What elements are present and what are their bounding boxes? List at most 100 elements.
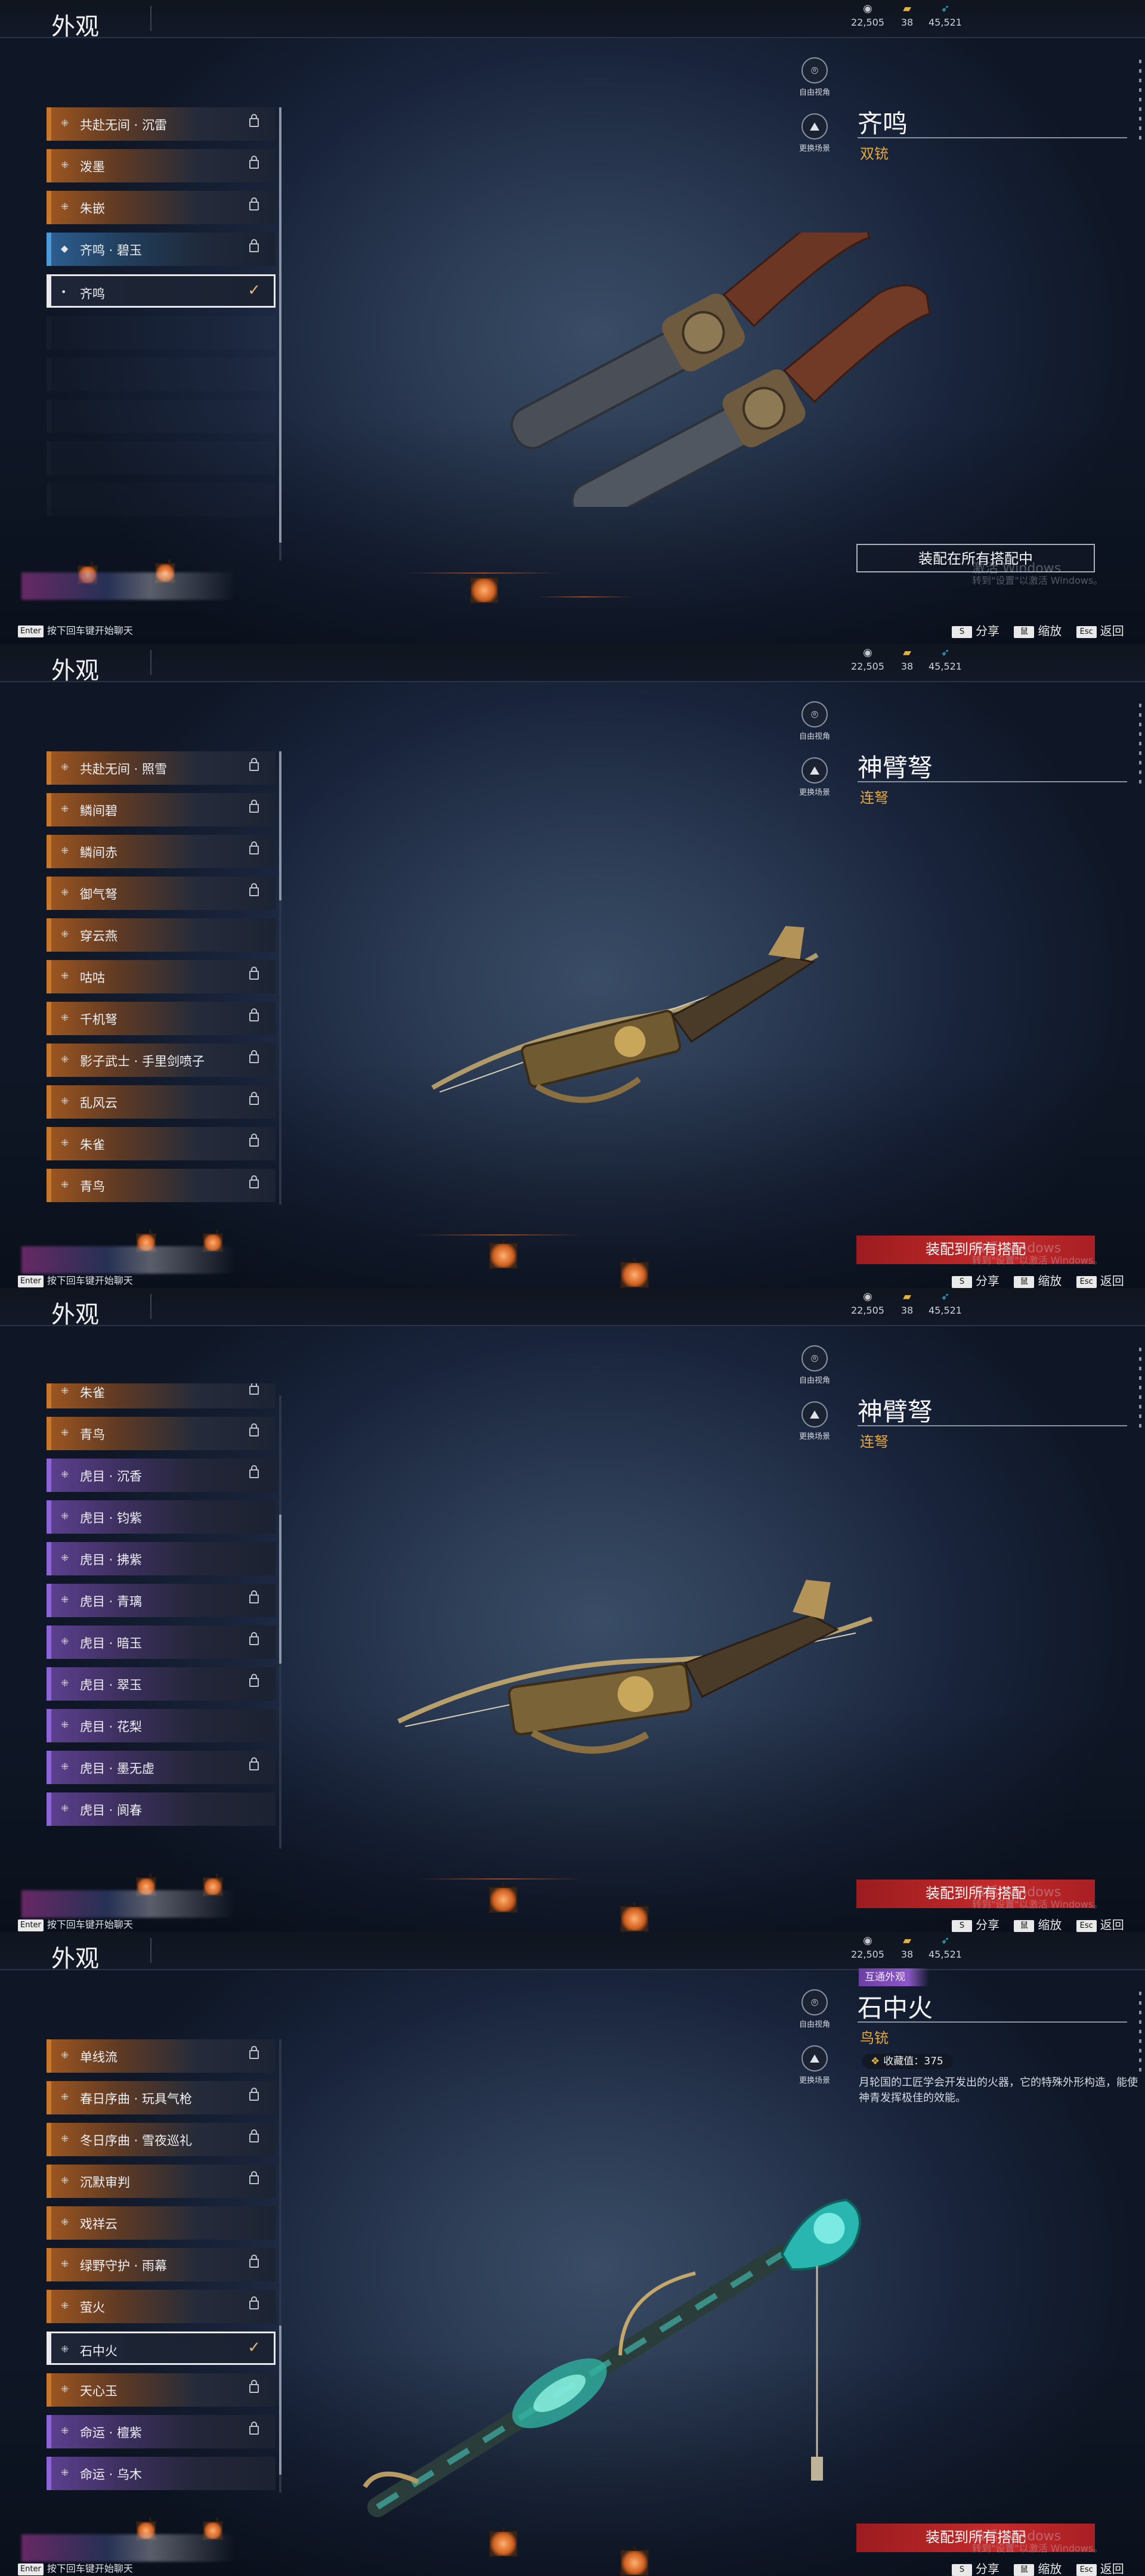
weapon-model-jade-musket xyxy=(363,2199,862,2518)
skin-list: ⁜ 单线流 ⁜ 春日序曲 · 玩具气枪 ⁜ 冬日序曲 · 雪夜巡礼 ⁜ 沉默审判 ⁜ 戏祥… xyxy=(47,2039,276,2498)
list-item[interactable]: ⁜ 春日序曲 · 玩具气枪 xyxy=(47,2081,276,2114)
share-hint[interactable]: S 分享 xyxy=(952,2562,999,2576)
list-item[interactable]: ⁜ 沉默审判 xyxy=(47,2165,276,2198)
list-item[interactable]: ⁜ 虎目 · 花梨 xyxy=(47,1709,276,1742)
edge-scroll-ticks xyxy=(1139,704,1141,787)
list-item[interactable]: ⁜ 虎目 · 沉香 xyxy=(47,1459,276,1492)
free-view-button[interactable]: ⌾ 自由视角 xyxy=(797,1989,833,2029)
collect-value: ❖ 收藏值：375 xyxy=(862,2054,953,2069)
list-item[interactable]: ⁜ 虎目 · 墨无虚 xyxy=(47,1751,276,1784)
list-item[interactable]: ⁜ 青鸟 xyxy=(47,1169,276,1202)
currency-feather: ➶ 45,521 xyxy=(918,2,972,28)
lock-icon xyxy=(249,1383,259,1395)
zoom-hint[interactable]: 鼠缩放 xyxy=(1014,2562,1062,2576)
lock-icon xyxy=(249,1175,259,1188)
title-divider xyxy=(150,1938,151,1963)
list-item[interactable]: ⁜ 虎目 · 拂紫 xyxy=(47,1542,276,1575)
list-item[interactable]: ⁜ 命运 · 乌木 xyxy=(47,2457,276,2490)
change-scene-button[interactable]: ⛰ 更换场景 xyxy=(797,113,833,153)
list-item[interactable]: ⁜ 朱雀 xyxy=(47,1383,276,1408)
crossplay-tag: 互通外观 xyxy=(859,1968,929,1986)
list-scrollbar[interactable] xyxy=(279,751,281,1205)
list-item[interactable]: ⁜ 共赴无间 · 照雪 xyxy=(47,751,276,785)
scroll-thumb[interactable] xyxy=(279,107,281,543)
mouse-icon: 鼠 xyxy=(1014,1275,1035,1288)
list-item[interactable]: ⁜ 影子武士 · 手里剑喷子 xyxy=(47,1044,276,1077)
cross-icon: ⁜ xyxy=(61,2300,69,2311)
blurred-chat xyxy=(21,1246,236,1274)
list-item[interactable]: ⁜ 萤火 xyxy=(47,2290,276,2323)
list-item[interactable]: ⁜ 虎目 · 青璃 xyxy=(47,1584,276,1617)
back-hint[interactable]: Esc 返回 xyxy=(1076,1918,1124,1932)
cross-icon: ⁜ xyxy=(61,970,69,982)
list-item[interactable]: ⁜ 朱雀 xyxy=(47,1127,276,1160)
list-item[interactable]: ⁜ 鳞间赤 xyxy=(47,835,276,868)
share-hint[interactable]: S 分享 xyxy=(952,1274,999,1288)
lock-icon xyxy=(249,883,259,896)
back-hint[interactable]: Esc 返回 xyxy=(1076,2562,1124,2576)
cross-icon: ⁜ xyxy=(61,2425,69,2436)
list-item[interactable]: ⁜ 虎目 · 钧紫 xyxy=(47,1500,276,1534)
list-item[interactable]: ⁜ 泼墨 xyxy=(47,149,276,182)
list-item[interactable]: ⁜ 千机弩 xyxy=(47,1002,276,1035)
share-hint[interactable]: S 分享 xyxy=(952,624,999,638)
list-item[interactable]: ⁜ 乱风云 xyxy=(47,1085,276,1119)
change-scene-button[interactable]: ⛰ 更换场景 xyxy=(797,757,833,797)
list-item[interactable]: ⁜ 青鸟 xyxy=(47,1417,276,1450)
list-item[interactable]: ⁜ 冬日序曲 · 雪夜巡礼 xyxy=(47,2123,276,2156)
list-item[interactable]: ⁜ 绿野守护 · 雨幕 xyxy=(47,2248,276,2281)
cross-icon: ⁜ xyxy=(61,201,69,212)
back-hint[interactable]: Esc 返回 xyxy=(1076,624,1124,638)
list-scrollbar[interactable] xyxy=(279,107,281,561)
scroll-thumb[interactable] xyxy=(279,751,281,900)
cross-icon: ⁜ xyxy=(61,2216,69,2228)
back-hint[interactable]: Esc 返回 xyxy=(1076,1274,1124,1288)
list-item[interactable]: ⁜ 命运 · 檀紫 xyxy=(47,2415,276,2448)
lantern-decoration xyxy=(470,574,499,603)
list-item[interactable]: ⁜ 共赴无间 · 沉雷 xyxy=(47,107,276,141)
list-scrollbar[interactable] xyxy=(279,2039,281,2493)
lock-icon xyxy=(249,1674,259,1687)
zoom-hint[interactable]: 鼠缩放 xyxy=(1014,1918,1062,1932)
list-item[interactable]: ◆ 齐鸣 · 碧玉 xyxy=(47,233,276,266)
list-item-selected[interactable]: ⁜ 石中火 ✓ xyxy=(47,2332,276,2365)
list-item[interactable]: ⁜ 单线流 xyxy=(47,2039,276,2073)
activation-watermark: 激活 Windows 转到"设置"以激活 Windows。 xyxy=(972,561,1103,587)
lock-icon xyxy=(249,2422,259,2435)
list-item[interactable]: ⁜ 御气弩 xyxy=(47,877,276,910)
free-view-button[interactable]: ⌾ 自由视角 xyxy=(797,1345,833,1385)
list-item[interactable]: ⁜ 虎目 · 暗玉 xyxy=(47,1626,276,1659)
change-scene-button[interactable]: ⛰ 更换场景 xyxy=(797,2045,833,2085)
change-scene-button[interactable]: ⛰ 更换场景 xyxy=(797,1401,833,1441)
free-view-button[interactable]: ⌾ 自由视角 xyxy=(797,701,833,741)
currency-feather: ➶ 45,521 xyxy=(918,646,972,672)
mouse-icon: 鼠 xyxy=(1014,1919,1035,1932)
list-item[interactable]: ⁜ 朱嵌 xyxy=(47,191,276,224)
list-item[interactable]: ⁜ 戏祥云 xyxy=(47,2206,276,2240)
list-item[interactable]: ⁜ 鳞间碧 xyxy=(47,793,276,826)
activation-watermark: 激活 Windows 转到"设置"以激活 Windows。 xyxy=(972,2529,1103,2555)
scroll-thumb[interactable] xyxy=(279,1515,281,1664)
list-item[interactable]: ⁜ 虎目 · 阆春 xyxy=(47,1792,276,1826)
lock-icon xyxy=(249,967,259,980)
zoom-hint[interactable]: 鼠缩放 xyxy=(1014,624,1062,638)
cross-icon: ⁜ xyxy=(61,928,69,940)
share-hint[interactable]: S 分享 xyxy=(952,1918,999,1932)
feather-icon: ➶ xyxy=(940,1290,950,1303)
camera-icon: ⌾ xyxy=(802,1989,828,2015)
weapon-description: 月轮国的工匠学会开发出的火器，它的特殊外形构造，能使神青发挥极佳的效能。 xyxy=(859,2076,1138,2104)
list-item[interactable]: ⁜ 咕咕 xyxy=(47,960,276,993)
list-scrollbar[interactable] xyxy=(279,1395,281,1849)
diamond-icon: ◆ xyxy=(61,243,69,254)
list-item-selected[interactable]: • 齐鸣 ✓ xyxy=(47,274,276,308)
list-item[interactable]: ⁜ 穿云燕 xyxy=(47,918,276,952)
lock-icon xyxy=(249,2380,259,2393)
title-divider xyxy=(150,650,151,675)
zoom-hint[interactable]: 鼠缩放 xyxy=(1014,1274,1062,1288)
lava-crack xyxy=(417,1234,584,1236)
scroll-thumb[interactable] xyxy=(279,2326,281,2475)
list-item[interactable]: ⁜ 天心玉 xyxy=(47,2373,276,2407)
free-view-button[interactable]: ⌾ 自由视角 xyxy=(797,57,833,97)
cross-icon: ⁜ xyxy=(61,2175,69,2186)
list-item[interactable]: ⁜ 虎目 · 翠玉 xyxy=(47,1667,276,1701)
